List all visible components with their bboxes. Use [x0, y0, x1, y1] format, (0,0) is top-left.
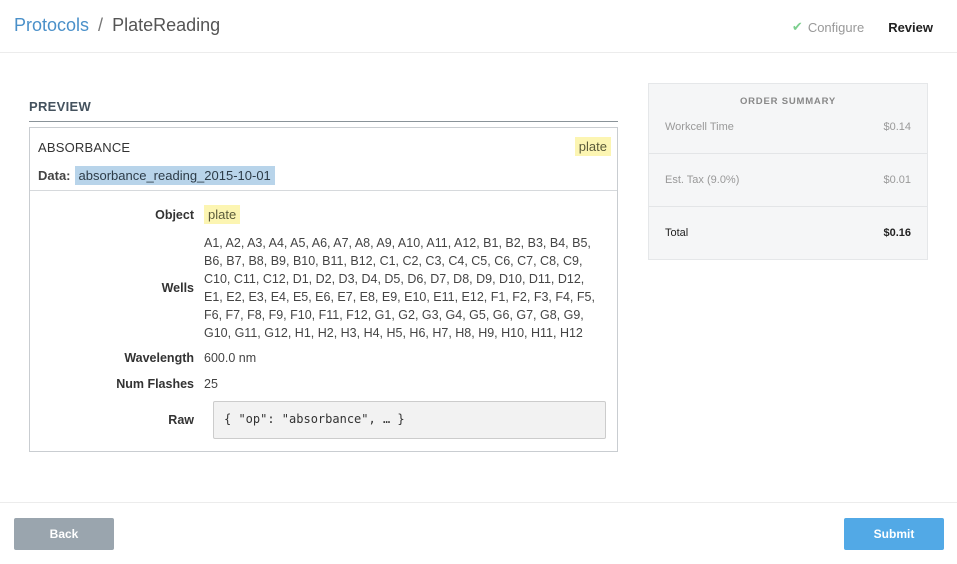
- footer-bar: Back Submit: [0, 502, 957, 564]
- step-configure[interactable]: ✔ Configure: [792, 19, 864, 35]
- breadcrumb: Protocols / PlateReading: [14, 15, 220, 36]
- field-num-flashes: Num Flashes 25: [30, 375, 617, 393]
- back-button[interactable]: Back: [14, 518, 114, 550]
- field-wells-label: Wells: [161, 281, 194, 295]
- breadcrumb-protocols-link[interactable]: Protocols: [14, 15, 89, 35]
- dataset-name-tag[interactable]: absorbance_reading_2015-10-01: [74, 166, 275, 185]
- operation-card: ABSORBANCE plate Data: absorbance_readin…: [29, 127, 618, 452]
- field-num-flashes-value: 25: [204, 377, 218, 391]
- field-raw-label: Raw: [168, 413, 194, 427]
- field-object: Object plate: [30, 205, 617, 224]
- wizard-steps: ✔ Configure Review: [792, 19, 933, 35]
- step-review[interactable]: Review: [888, 20, 933, 35]
- summary-row-est-tax: Est. Tax (9.0%) $0.01: [649, 154, 927, 207]
- field-object-label: Object: [155, 208, 194, 222]
- top-bar: Protocols / PlateReading ✔ Configure Revie…: [0, 0, 957, 53]
- object-chip: plate: [574, 137, 611, 156]
- data-row: Data: absorbance_reading_2015-10-01: [38, 166, 275, 185]
- field-num-flashes-label: Num Flashes: [116, 377, 194, 391]
- summary-total-value: $0.16: [883, 227, 911, 239]
- check-icon: ✔: [791, 19, 803, 34]
- field-wavelength-label: Wavelength: [124, 351, 194, 365]
- field-wavelength-value: 600.0 nm: [204, 351, 257, 365]
- breadcrumb-separator: /: [98, 15, 104, 35]
- submit-button[interactable]: Submit: [844, 518, 944, 550]
- order-summary: ORDER SUMMARY Workcell Time $0.14 Est. T…: [648, 83, 928, 260]
- summary-row-value: $0.14: [883, 121, 911, 133]
- field-object-chip: plate: [204, 205, 241, 224]
- step-configure-label: Configure: [807, 19, 865, 35]
- operation-card-header: ABSORBANCE plate Data: absorbance_readin…: [30, 128, 617, 191]
- summary-row-total: Total $0.16: [649, 207, 927, 260]
- summary-row-value: $0.01: [883, 174, 911, 186]
- field-wells-value: A1, A2, A3, A4, A5, A6, A7, A8, A9, A10,…: [204, 236, 595, 340]
- operation-name: ABSORBANCE: [38, 140, 131, 155]
- preview-heading: PREVIEW: [29, 99, 92, 114]
- summary-total-label: Total: [665, 227, 689, 239]
- breadcrumb-current: PlateReading: [112, 15, 221, 35]
- data-label: Data:: [38, 168, 71, 183]
- preview-divider: [29, 121, 618, 122]
- summary-row-label: Workcell Time: [665, 121, 734, 133]
- field-wells: Wells A1, A2, A3, A4, A5, A6, A7, A8, A9…: [30, 234, 617, 342]
- field-wavelength: Wavelength 600.0 nm: [30, 349, 617, 367]
- summary-row-workcell-time: Workcell Time $0.14: [649, 101, 927, 154]
- raw-json-box[interactable]: { "op": "absorbance", … }: [213, 401, 606, 439]
- summary-row-label: Est. Tax (9.0%): [665, 174, 740, 186]
